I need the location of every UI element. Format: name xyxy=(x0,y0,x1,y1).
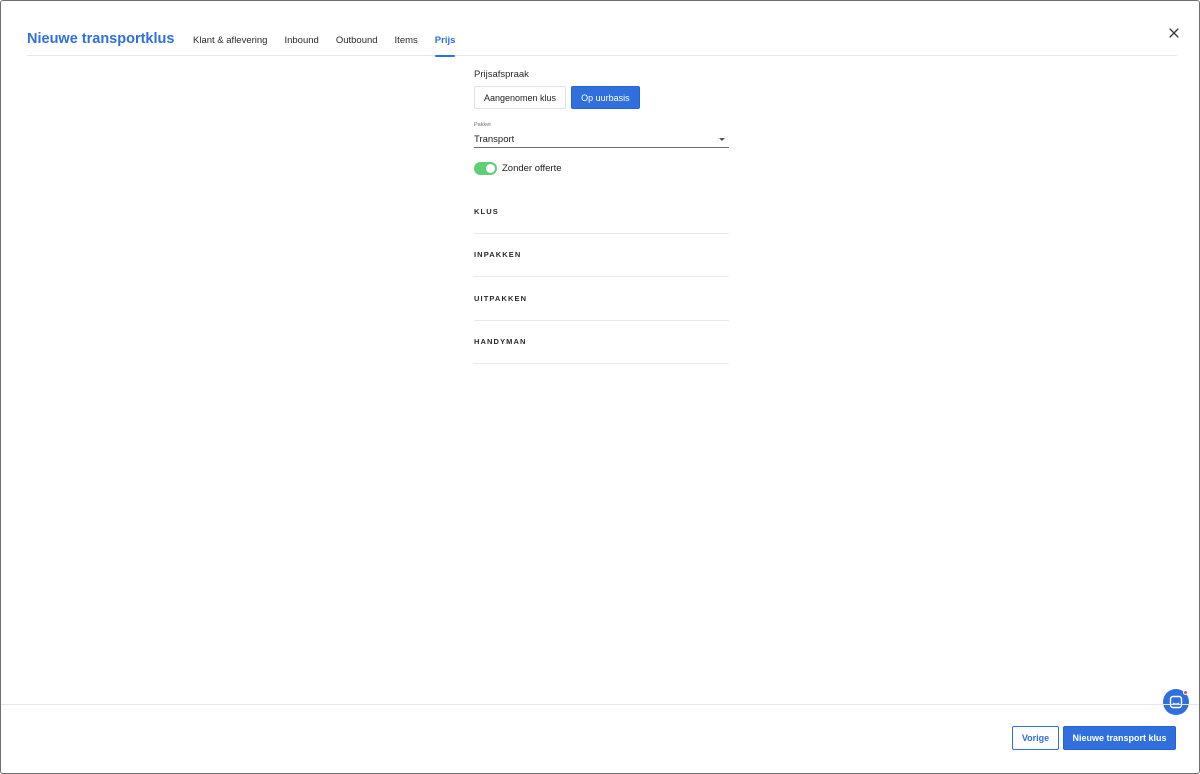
section-klus[interactable]: KLUS xyxy=(474,190,729,234)
section-inpakken[interactable]: INPAKKEN xyxy=(474,234,729,277)
without-quote-toggle[interactable] xyxy=(474,161,497,175)
fixed-price-button[interactable]: Aangenomen klus xyxy=(474,86,567,109)
caret-down-icon xyxy=(719,138,725,141)
section-title: INPAKKEN xyxy=(474,250,522,260)
previous-button[interactable]: Vorige xyxy=(1012,726,1059,750)
section-title: UITPAKKEN xyxy=(474,293,528,303)
create-transport-job-button[interactable]: Nieuwe transport klus xyxy=(1063,726,1176,750)
package-value: Transport xyxy=(474,134,515,145)
notification-dot xyxy=(1183,690,1188,695)
package-select[interactable]: Pakket Transport xyxy=(474,122,729,148)
section-title: KLUS xyxy=(474,206,499,216)
section-handyman[interactable]: HANDYMAN xyxy=(474,321,729,364)
tab-inbound[interactable]: Inbound xyxy=(284,35,318,57)
price-agreement-toggle: Aangenomen klus Op uurbasis xyxy=(474,86,729,109)
price-form: Prijsafspraak Aangenomen klus Op uurbasi… xyxy=(474,69,729,364)
package-caption: Pakket xyxy=(474,122,491,128)
without-quote-row: Zonder offerte xyxy=(474,161,729,175)
modal-header: Nieuwe transportklus Klant & aflevering … xyxy=(27,1,1177,57)
sections-list: KLUS INPAKKEN UITPAKKEN HANDYMAN xyxy=(474,190,729,364)
toggle-knob xyxy=(486,163,495,173)
tab-prijs[interactable]: Prijs xyxy=(434,35,455,57)
tab-outbound[interactable]: Outbound xyxy=(336,35,378,57)
without-quote-label: Zonder offerte xyxy=(502,162,562,174)
page-title: Nieuwe transportklus xyxy=(27,31,175,47)
tab-bar: Klant & aflevering Inbound Outbound Item… xyxy=(193,35,472,57)
hourly-button[interactable]: Op uurbasis xyxy=(571,86,640,109)
tab-klant-aflevering[interactable]: Klant & aflevering xyxy=(193,35,267,57)
tab-items[interactable]: Items xyxy=(395,35,418,57)
section-title: HANDYMAN xyxy=(474,337,527,347)
modal-footer: Vorige Nieuwe transport klus xyxy=(1,704,1199,773)
modal-window: Nieuwe transportklus Klant & aflevering … xyxy=(0,0,1200,774)
price-agreement-label: Prijsafspraak xyxy=(474,69,529,80)
close-icon xyxy=(1169,28,1179,38)
section-uitpakken[interactable]: UITPAKKEN xyxy=(474,277,729,321)
close-button[interactable] xyxy=(1167,26,1181,40)
